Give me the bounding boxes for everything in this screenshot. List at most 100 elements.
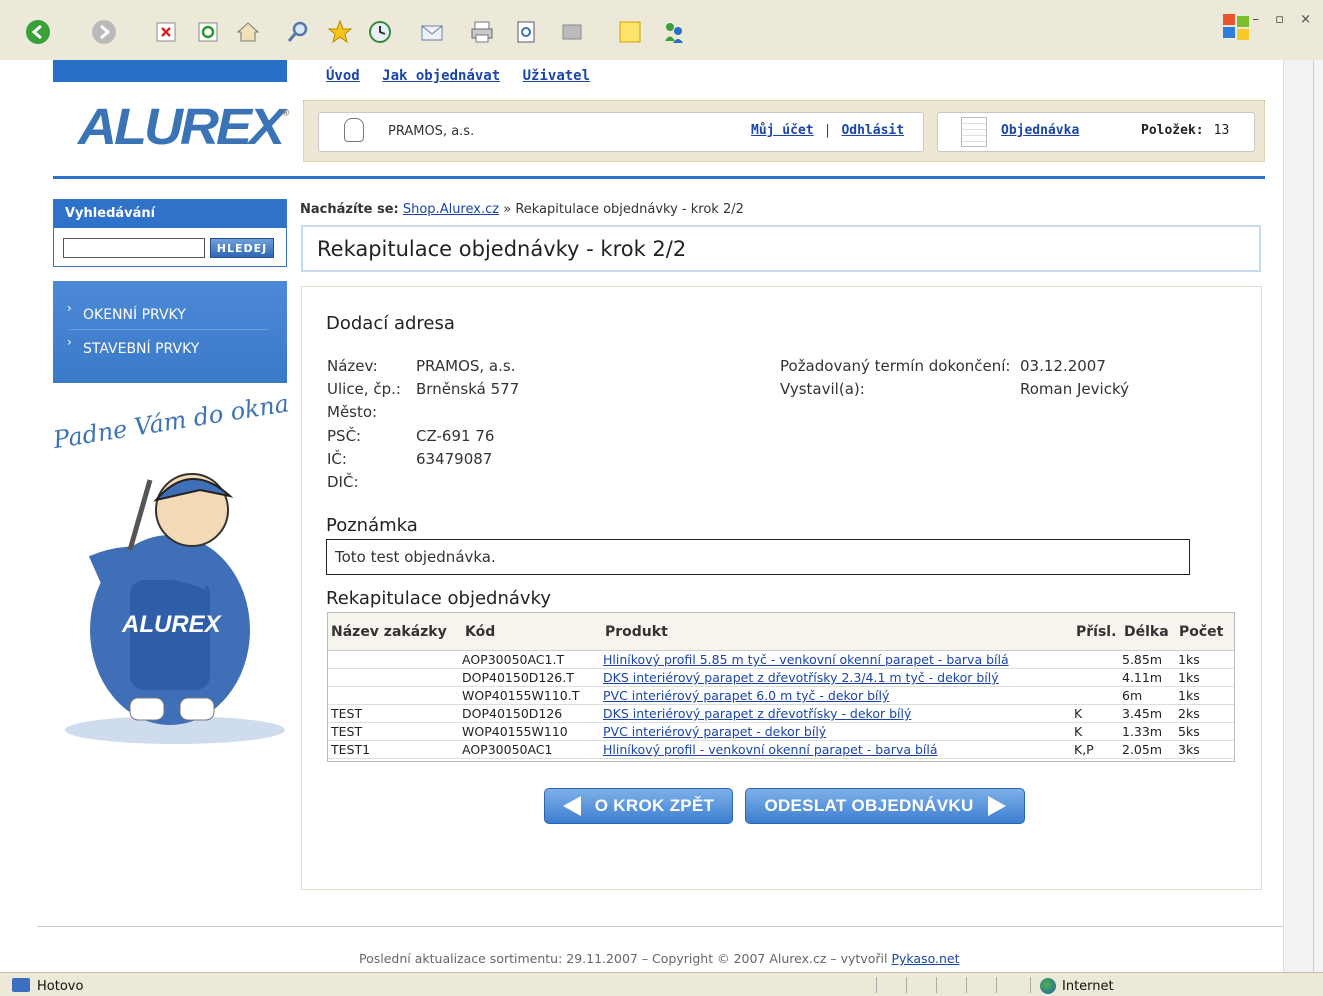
col-header-kod: Kód	[465, 624, 496, 640]
nav-uzivatel[interactable]: Uživatel	[523, 68, 590, 84]
status-divider	[966, 977, 967, 993]
product-link[interactable]: PVC interiérový parapet - dekor bílý	[603, 724, 826, 739]
arrow-left-icon	[562, 796, 581, 816]
cell-pocet: 5ks	[1178, 724, 1200, 739]
messenger-icon[interactable]	[660, 18, 688, 46]
cell-pocet: 1ks	[1178, 670, 1200, 685]
alurex-logo[interactable]: ALUREX®	[78, 98, 290, 157]
link-separator: |	[823, 123, 832, 138]
table-row: TEST WOP40155W110 PVC interiérový parape…	[328, 723, 1234, 741]
recap-heading: Rekapitulace objednávky	[326, 588, 551, 609]
vertical-scrollbar[interactable]	[1313, 60, 1323, 972]
cell-kod: DOP40150D126.T	[462, 670, 574, 685]
order-document-icon	[961, 117, 987, 147]
field-label-mesto: Město:	[327, 403, 378, 421]
table-row: AOP30050AC1.T Hliníkový profil 5.85 m ty…	[328, 651, 1234, 669]
back-icon[interactable]	[24, 18, 52, 46]
mail-icon[interactable]	[418, 18, 446, 46]
field-value-termin: 03.12.2007	[1020, 357, 1106, 375]
search-panel-title: Vyhledávání	[54, 200, 286, 228]
breadcrumb-separator: »	[503, 202, 512, 217]
arrow-right-icon	[987, 796, 1006, 816]
browser-toolbar: – ▫ ×	[0, 0, 1323, 60]
discuss-icon[interactable]	[558, 18, 586, 46]
status-text: Hotovo	[37, 979, 84, 994]
home-icon[interactable]	[234, 18, 262, 46]
field-label-ic: IČ:	[327, 450, 347, 468]
header-divider	[53, 176, 1265, 179]
user-icon	[344, 118, 364, 142]
footer-author-link[interactable]: Pykaso.net	[891, 951, 959, 966]
globe-icon	[1040, 978, 1056, 994]
field-value-nazev: PRAMOS, a.s.	[416, 357, 516, 375]
forward-icon[interactable]	[90, 18, 118, 46]
logo-registered-mark: ®	[282, 108, 290, 119]
search-input[interactable]	[63, 238, 205, 258]
note-box: Toto test objednávka.	[326, 539, 1190, 575]
search-icon[interactable]	[284, 18, 312, 46]
breadcrumb-home-link[interactable]: Shop.Alurex.cz	[403, 202, 499, 217]
category-label: OKENNÍ PRVKY	[83, 307, 186, 323]
cell-nazev-zakazky: TEST1	[331, 742, 371, 757]
my-account-link[interactable]: Můj účet	[751, 123, 814, 138]
notes-icon[interactable]	[616, 18, 644, 46]
history-icon[interactable]	[366, 18, 394, 46]
field-label-ulice: Ulice, čp.:	[327, 380, 401, 398]
field-label-termin: Požadovaný termín dokončení:	[780, 357, 1011, 375]
nav-jak-objednavat[interactable]: Jak objednávat	[382, 68, 500, 84]
page-right-gutter	[1283, 60, 1313, 972]
window-controls[interactable]: – ▫ ×	[1253, 12, 1317, 27]
table-header: Název zakázky Kód Produkt Přísl. Délka P…	[328, 613, 1234, 651]
table-row: TEST1 AOP30050AC1 Hliníkový profil - ven…	[328, 741, 1234, 759]
category-stavebni-prvky[interactable]: STAVEBNÍ PRVKY	[67, 335, 269, 363]
refresh-icon[interactable]	[194, 18, 222, 46]
field-value-ulice: Brněnská 577	[416, 380, 520, 398]
category-okenni-prvky[interactable]: OKENNÍ PRVKY	[67, 301, 269, 330]
search-button[interactable]: HLEDEJ	[210, 238, 274, 258]
logo-text: ALUREX	[78, 98, 285, 156]
nav-uvod[interactable]: Úvod	[326, 68, 360, 84]
header-accent-tab	[53, 60, 287, 82]
category-menu: OKENNÍ PRVKY STAVEBNÍ PRVKY	[53, 281, 287, 383]
order-link[interactable]: Objednávka	[1001, 123, 1079, 138]
field-label-vystavil: Vystavil(a):	[780, 380, 865, 398]
cell-kod: AOP30050AC1.T	[462, 652, 565, 667]
product-link[interactable]: DKS interiérový parapet z dřevotřísky 2.…	[603, 670, 999, 685]
col-header-delka: Délka	[1124, 624, 1169, 640]
cell-delka: 5.85m	[1122, 652, 1163, 667]
cell-kod: DOP40150D126	[462, 706, 563, 721]
back-button[interactable]: O KROK ZPĚT	[544, 788, 733, 824]
cell-nazev-zakazky: TEST	[331, 724, 363, 739]
breadcrumb-prefix: Nacházíte se:	[300, 202, 399, 217]
top-navigation: Úvod Jak objednávat Uživatel	[326, 68, 604, 84]
table-row: WOP40155W110.T PVC interiérový parapet 6…	[328, 687, 1234, 705]
footer-text: Poslední aktualizace sortimentu: 29.11.2…	[359, 951, 888, 966]
items-count: Položek: 13	[1141, 123, 1229, 138]
table-row: TEST DOP40150D126 DKS interiérový parape…	[328, 705, 1234, 723]
cell-delka: 3.45m	[1122, 706, 1163, 721]
cell-kod: AOP30050AC1	[462, 742, 553, 757]
field-label-dic: DIČ:	[327, 473, 359, 491]
cell-pocet: 1ks	[1178, 652, 1200, 667]
print-icon[interactable]	[468, 18, 496, 46]
product-link[interactable]: PVC interiérový parapet 6.0 m tyč - deko…	[603, 688, 889, 703]
product-link[interactable]: Hliníkový profil - venkovní okenní parap…	[603, 742, 938, 757]
search-panel: Vyhledávání HLEDEJ	[53, 199, 287, 267]
col-header-pocet: Počet	[1179, 624, 1224, 640]
mascot-image: ALUREX	[65, 473, 285, 744]
product-link[interactable]: Hliníkový profil 5.85 m tyč - venkovní o…	[603, 652, 1009, 667]
col-header-nazev-zakazky: Název zakázky	[331, 624, 447, 640]
edit-icon[interactable]	[512, 18, 540, 46]
favorites-icon[interactable]	[326, 18, 354, 46]
security-zone: Internet	[1062, 979, 1114, 994]
send-order-button[interactable]: ODESLAT OBJEDNÁVKU	[745, 788, 1025, 824]
status-divider	[906, 977, 907, 993]
cell-prisl: K	[1074, 724, 1083, 739]
field-value-vystavil: Roman Jevický	[1020, 380, 1129, 398]
product-link[interactable]: DKS interiérový parapet z dřevotřísky - …	[603, 706, 911, 721]
cell-prisl: K,P	[1074, 742, 1094, 757]
stop-icon[interactable]	[152, 18, 180, 46]
logout-link[interactable]: Odhlásit	[841, 123, 904, 138]
back-button-label: O KROK ZPĚT	[594, 796, 715, 815]
category-label: STAVEBNÍ PRVKY	[83, 341, 200, 357]
